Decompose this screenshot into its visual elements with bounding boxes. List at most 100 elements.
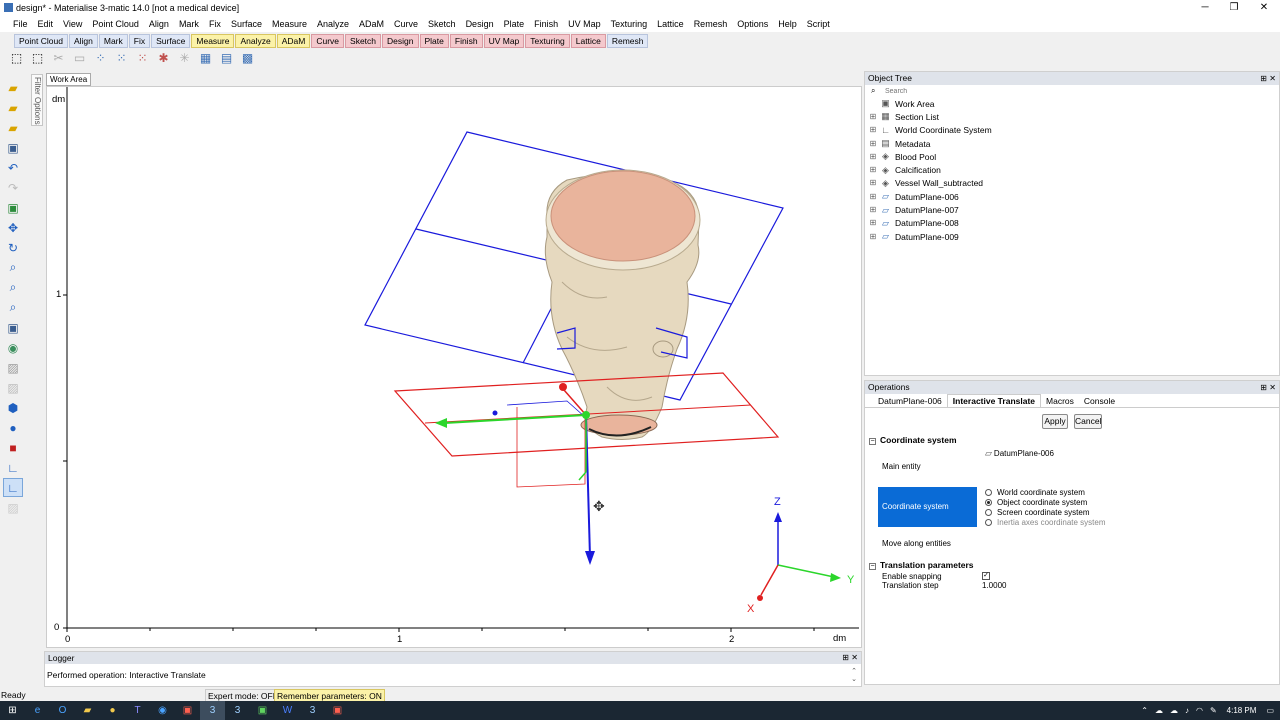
tree-item[interactable]: ⊞ ▱ DatumPlane-007 [869,203,1279,216]
expand-icon[interactable]: ⊞ [869,166,877,174]
menu-item-file[interactable]: File [8,19,33,29]
tree-item[interactable]: ⊞ ∟ World Coordinate System [869,124,1279,137]
open-icon[interactable]: ▰ [3,78,23,97]
menu-item-fix[interactable]: Fix [204,19,226,29]
materialise-icon[interactable]: 3 [200,701,225,720]
operations-tab[interactable]: DatumPlane-006 [873,395,947,407]
menu-item-texturing[interactable]: Texturing [606,19,653,29]
cut-icon[interactable]: ✂ [50,50,67,67]
tree-item[interactable]: ⊞ ◈ Vessel Wall_subtracted [869,177,1279,190]
mode-tab-align[interactable]: Align [68,34,98,48]
menu-item-uv-map[interactable]: UV Map [563,19,606,29]
coord-radio-option[interactable]: Object coordinate system [985,498,1087,507]
coordinate-section-header[interactable]: − Coordinate system [869,435,957,445]
cancel-button[interactable]: Cancel [1074,414,1102,429]
close-icon[interactable]: ✕ [1269,381,1276,394]
mark-box-icon[interactable]: ▦ [197,50,214,67]
pdf-icon[interactable]: ▣ [175,701,200,720]
clip-icon[interactable]: ▣ [3,318,23,337]
apply-button[interactable]: Apply [1042,414,1068,429]
close-icon[interactable]: ✕ [851,652,858,664]
main-entity-field[interactable]: ▱ DatumPlane-006 [985,448,1054,459]
mode-tab-finish[interactable]: Finish [449,34,483,48]
app-icon[interactable]: ▣ [325,701,350,720]
hatch-icon[interactable]: ▨ [3,498,23,517]
translation-section-header[interactable]: − Translation parameters [869,560,974,570]
cube-icon[interactable]: ⬢ [3,398,23,417]
expand-icon[interactable]: ⊞ [869,179,877,187]
wifi-icon[interactable]: ◠ [1196,706,1203,715]
mark-shell-icon[interactable]: ✱ [155,50,172,67]
close-button[interactable]: ✕ [1249,0,1279,15]
import-icon[interactable]: ▰ [3,98,23,117]
mark-region-icon[interactable]: ⁙ [113,50,130,67]
mark-points-icon[interactable]: ⁘ [92,50,109,67]
expand-icon[interactable]: ⊞ [869,232,877,241]
expand-icon[interactable]: ⊞ [869,126,877,134]
maximize-button[interactable]: ❐ [1219,0,1249,15]
menu-item-surface[interactable]: Surface [226,19,267,29]
tree-item[interactable]: ▣ Work Area [869,97,1279,110]
tree-item[interactable]: ⊞ ◈ Calcification [869,163,1279,176]
view-icon[interactable]: ▣ [3,198,23,217]
pin-icon[interactable]: ⊞ [842,652,849,664]
expand-icon[interactable]: ⊞ [869,206,877,214]
operations-tab[interactable]: Console [1079,395,1120,407]
operations-tab[interactable]: Macros [1041,395,1079,407]
tree-item[interactable]: ⊞ ▱ DatumPlane-006 [869,190,1279,203]
app-icon[interactable]: ▣ [250,701,275,720]
wire-icon[interactable]: ▨ [3,358,23,377]
volume-icon[interactable]: ♪ [1185,706,1189,715]
expand-icon[interactable]: ⊞ [869,152,877,161]
rotate-icon[interactable]: ↻ [3,238,23,257]
expand-icon[interactable]: ⊞ [869,219,877,227]
menu-item-view[interactable]: View [58,19,87,29]
browser-icon[interactable]: e [25,701,50,720]
app-icon[interactable]: ◉ [150,701,175,720]
expand-icon[interactable]: ⊞ [869,112,877,121]
menu-item-align[interactable]: Align [144,19,174,29]
shade-icon[interactable]: ◉ [3,338,23,357]
radio-button[interactable] [985,509,992,516]
minimize-button[interactable]: ─ [1190,0,1220,15]
menu-item-design[interactable]: Design [461,19,499,29]
mode-tab-sketch[interactable]: Sketch [345,34,382,48]
menu-item-plate[interactable]: Plate [499,19,530,29]
mark-plane-icon[interactable]: ✳ [176,50,193,67]
select-icon[interactable]: ⬚ [8,50,25,67]
expand-icon[interactable]: ⊞ [869,139,877,148]
mark-triangle-icon[interactable]: ⁙ [134,50,151,67]
network-icon[interactable]: ☁ [1155,706,1163,715]
paste-icon[interactable]: ▭ [71,50,88,67]
tree-item[interactable]: ⊞ ▱ DatumPlane-009 [869,230,1279,243]
render-icon[interactable]: ■ [3,438,23,457]
outlook-icon[interactable]: O [50,701,75,720]
menu-item-edit[interactable]: Edit [33,19,59,29]
operations-tab[interactable]: Interactive Translate [946,394,1042,407]
tree-item[interactable]: ⊞ ▤ Metadata [869,137,1279,150]
start-icon[interactable]: ⊞ [0,701,25,720]
mark-layer-icon[interactable]: ▤ [218,50,235,67]
save-icon[interactable]: ▣ [3,138,23,157]
zoom-fit-icon[interactable]: ⌕ [3,278,23,297]
notifications-icon[interactable]: ▭ [1266,706,1274,715]
teams-icon[interactable]: T [125,701,150,720]
radio-button[interactable] [985,519,992,526]
mode-tab-design[interactable]: Design [382,34,419,48]
mode-tab-plate[interactable]: Plate [419,34,449,48]
chrome-icon[interactable]: ● [100,701,125,720]
mode-tab-measure[interactable]: Measure [191,34,235,48]
menu-item-point-cloud[interactable]: Point Cloud [87,19,144,29]
pin-icon[interactable]: ⊞ [1260,381,1267,394]
redo-icon[interactable]: ↷ [3,178,23,197]
zoom-box-icon[interactable]: ⌕ [3,298,23,317]
mode-tab-point-cloud[interactable]: Point Cloud [14,34,68,48]
pin-icon[interactable]: ⊞ [1260,72,1267,85]
menu-item-script[interactable]: Script [802,19,835,29]
menu-item-adam[interactable]: ADaM [354,19,389,29]
menu-item-measure[interactable]: Measure [267,19,312,29]
menu-item-mark[interactable]: Mark [174,19,204,29]
menu-item-sketch[interactable]: Sketch [423,19,461,29]
tree-item[interactable]: ⊞ ▱ DatumPlane-008 [869,217,1279,230]
mode-tab-texturing[interactable]: Texturing [525,34,570,48]
